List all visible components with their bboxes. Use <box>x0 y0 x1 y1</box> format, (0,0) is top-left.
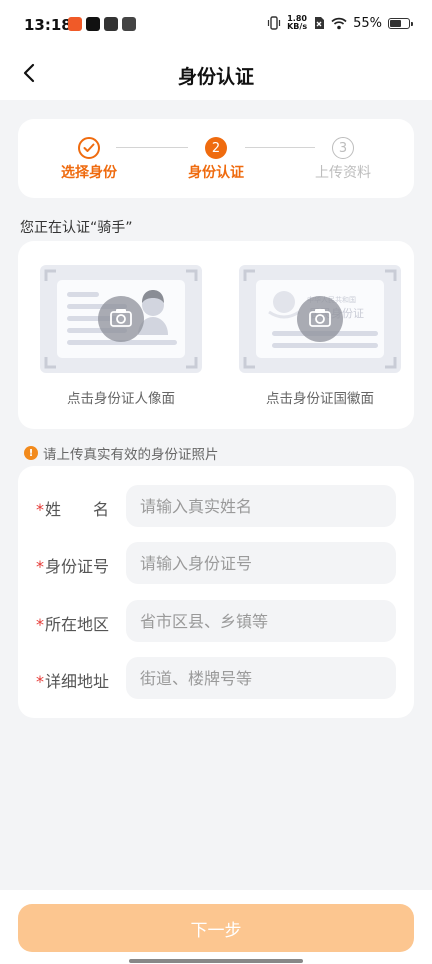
gallery-app-icon <box>122 17 136 31</box>
form-row-name: *姓 名 <box>18 485 414 527</box>
nav-bar: 身份认证 <box>0 50 432 100</box>
address-label: *详细地址 <box>36 668 138 692</box>
idno-label: *身份证号 <box>36 553 138 577</box>
upload-id-back-label: 点击身份证国徽面 <box>266 391 374 407</box>
checkmark-icon <box>78 137 100 159</box>
network-speed: 1.80 KB/s <box>287 15 307 31</box>
idno-label-text: 身份证号 <box>45 557 110 576</box>
battery-fill <box>390 19 401 27</box>
upload-id-front-label: 点击身份证人像面 <box>67 391 175 407</box>
next-button[interactable]: 下一步 <box>18 904 414 952</box>
id-upload-card: 点击身份证人像面 中华人民共和国 居民身份证 点击身份证国徽面 <box>18 241 414 429</box>
notification-icons <box>68 17 136 31</box>
home-indicator <box>129 959 303 963</box>
battery-percent: 55% <box>353 15 382 31</box>
required-mark: * <box>36 557 44 576</box>
alert-icon: ! <box>24 446 38 460</box>
battery-tip <box>411 21 413 26</box>
required-mark: * <box>36 500 44 519</box>
step-upload-docs: 3 上传资料 <box>303 137 383 182</box>
app-notification-icon <box>68 17 82 31</box>
status-bar: 13:18 1.80 KB/s 55% <box>0 0 432 50</box>
progress-steps: 选择身份 2 身份认证 3 上传资料 <box>18 119 414 198</box>
form-row-address: *详细地址 <box>18 657 414 699</box>
name-label-text: 姓 名 <box>45 500 110 519</box>
vibrate-icon <box>268 16 281 30</box>
no-sim-icon <box>315 17 325 29</box>
name-input[interactable] <box>126 485 396 527</box>
step-label: 上传资料 <box>315 165 371 181</box>
page-title: 身份认证 <box>177 66 254 88</box>
id-front-illustration <box>44 269 198 369</box>
battery-icon <box>388 17 413 29</box>
link-app-icon <box>104 17 118 31</box>
upload-warning: ! 请上传真实有效的身份证照片 <box>24 443 219 463</box>
identity-form: *姓 名 *身份证号 *所在地区 *详细地址 <box>18 466 414 718</box>
name-label: *姓 名 <box>36 496 138 520</box>
step-number: 2 <box>205 137 227 159</box>
verify-role-hint: 您正在认证“骑手” <box>20 220 133 236</box>
address-input[interactable] <box>126 657 396 699</box>
region-label: *所在地区 <box>36 611 138 635</box>
upload-id-front[interactable] <box>40 265 202 373</box>
required-mark: * <box>36 615 44 634</box>
id-number-input[interactable] <box>126 542 396 584</box>
status-time: 13:18 <box>24 16 72 34</box>
tiktok-icon <box>86 17 100 31</box>
step-identity-verify: 2 身份认证 <box>176 137 256 182</box>
region-label-text: 所在地区 <box>45 615 110 634</box>
step-label: 选择身份 <box>61 165 117 181</box>
upload-id-back[interactable]: 中华人民共和国 居民身份证 <box>239 265 401 373</box>
step-label: 身份认证 <box>188 165 244 181</box>
step-select-identity: 选择身份 <box>49 137 129 182</box>
form-row-region: *所在地区 <box>18 600 414 642</box>
address-label-text: 详细地址 <box>45 672 110 691</box>
id-back-illustration: 中华人民共和国 居民身份证 <box>243 269 397 369</box>
status-right: 1.80 KB/s 55% <box>267 15 413 31</box>
bottom-bar: 下一步 <box>0 890 432 964</box>
required-mark: * <box>36 672 44 691</box>
step-number: 3 <box>332 137 354 159</box>
region-input[interactable] <box>126 600 396 642</box>
wifi-icon <box>331 17 347 29</box>
upload-warning-text: 请上传真实有效的身份证照片 <box>43 447 219 463</box>
network-speed-unit: KB/s <box>287 22 308 31</box>
form-row-idno: *身份证号 <box>18 542 414 584</box>
